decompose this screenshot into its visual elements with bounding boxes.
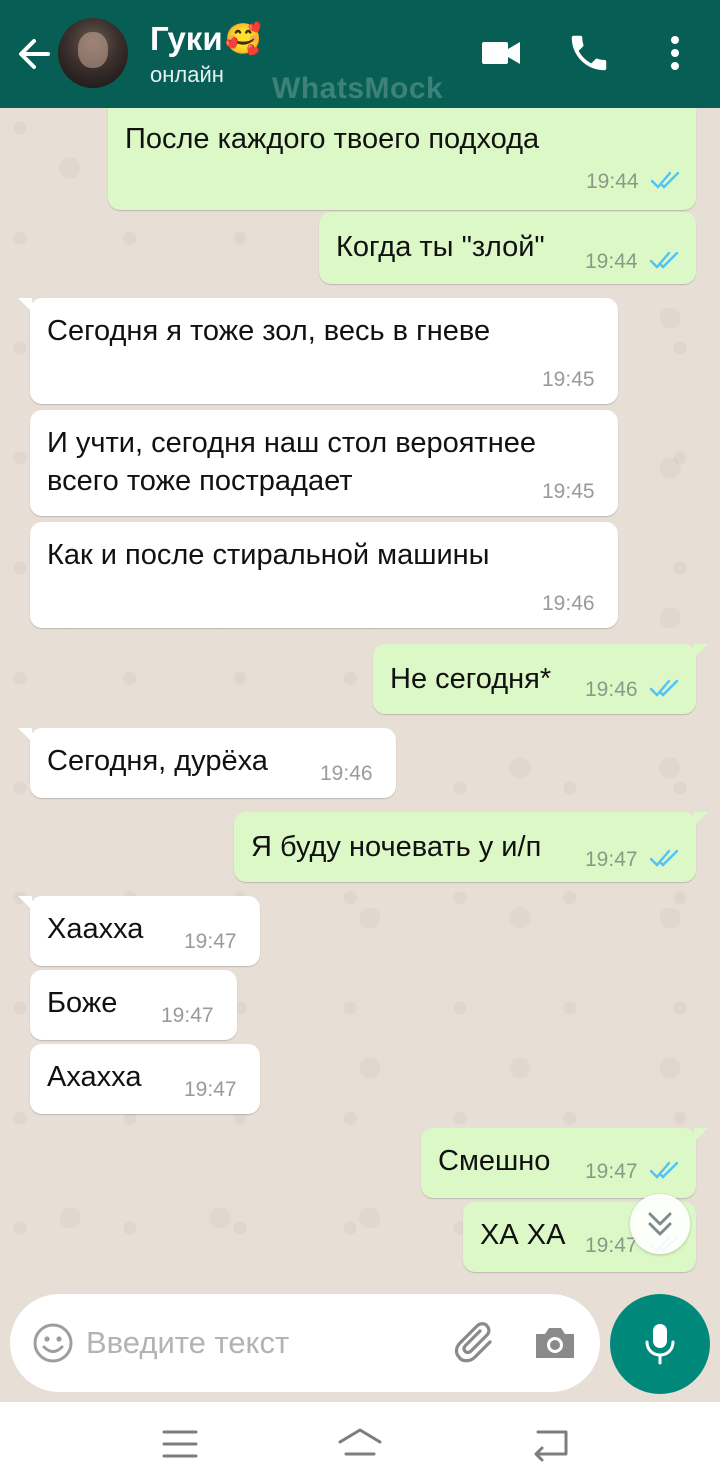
voice-message-button[interactable] <box>610 1294 710 1394</box>
contact-status: онлайн <box>150 62 224 87</box>
contact-name-emoji: 🥰 <box>224 22 262 56</box>
back-arrow-icon <box>534 1430 568 1462</box>
message-text: Сегодня, дурёха <box>47 745 268 777</box>
attach-button[interactable] <box>454 1320 500 1366</box>
microphone-icon <box>645 1324 675 1365</box>
message-outgoing[interactable]: Смешно 19:47 <box>421 1128 708 1198</box>
double-check-icon <box>649 251 679 269</box>
message-text: Хаахха <box>47 913 144 945</box>
more-options-button[interactable] <box>660 30 690 76</box>
smiley-icon <box>33 1323 73 1363</box>
double-check-icon <box>649 849 679 867</box>
message-outgoing[interactable]: Я буду ночевать у и/п 19:47 <box>234 812 708 882</box>
system-back-button[interactable] <box>526 1424 574 1464</box>
video-camera-icon <box>482 42 520 64</box>
message-outgoing[interactable]: Не сегодня* 19:46 <box>373 644 708 714</box>
message-text: Ахахха <box>47 1061 142 1093</box>
more-vert-icon <box>671 36 679 70</box>
message-input[interactable] <box>86 1320 426 1366</box>
recent-apps-button[interactable] <box>156 1424 204 1464</box>
message-time: 19:47 <box>161 1004 214 1027</box>
contact-name[interactable]: Гуки 🥰 <box>150 20 262 58</box>
message-time: 19:46 <box>320 762 373 785</box>
home-icon <box>338 1428 382 1456</box>
message-time: 19:47 <box>184 930 237 953</box>
message-text: Смешно <box>438 1145 551 1177</box>
message-time: 19:45 <box>542 368 595 391</box>
message-incoming[interactable]: Ахахха 19:47 <box>30 1044 260 1114</box>
video-call-button[interactable] <box>478 30 524 76</box>
message-time: 19:47 <box>585 848 638 871</box>
message-incoming[interactable]: Хаахха 19:47 <box>18 896 260 966</box>
double-chevron-down-icon <box>648 1212 672 1236</box>
message-composer <box>10 1294 600 1392</box>
home-button[interactable] <box>336 1424 384 1464</box>
message-text: После каждого твоего подхода <box>125 123 540 155</box>
message-incoming[interactable]: Сегодня я тоже зол, весь в гневе 19:45 <box>18 298 618 404</box>
message-time: 19:47 <box>585 1160 638 1183</box>
arrow-left-icon <box>19 39 50 69</box>
contact-name-text: Гуки <box>150 20 223 57</box>
message-text: ХА ХА <box>480 1219 566 1251</box>
message-text: Как и после стиральной машины <box>47 539 490 571</box>
message-incoming[interactable]: И учти, сегодня наш стол вероятнее всего… <box>30 410 618 516</box>
message-time: 19:45 <box>542 480 595 503</box>
system-navigation-bar <box>0 1402 720 1484</box>
message-text: Боже <box>47 987 118 1019</box>
message-incoming[interactable]: Боже 19:47 <box>30 970 237 1040</box>
double-check-icon <box>650 171 680 189</box>
message-incoming[interactable]: Как и после стиральной машины 19:46 <box>30 522 618 628</box>
message-list[interactable]: После каждого твоего подхода 19:44 Когда… <box>0 108 720 1288</box>
message-time: 19:46 <box>585 678 638 701</box>
message-outgoing[interactable]: Когда ты "злой" 19:44 <box>319 212 696 284</box>
chat-header: Гуки 🥰 онлайн WhatsMock <box>0 0 720 108</box>
avatar[interactable] <box>58 18 128 88</box>
double-check-icon <box>649 1161 679 1179</box>
paperclip-icon <box>454 1322 492 1363</box>
double-check-icon <box>649 679 679 697</box>
scroll-to-bottom-button[interactable] <box>630 1194 690 1254</box>
voice-call-button[interactable] <box>566 30 612 76</box>
message-text: Не сегодня* <box>390 663 552 695</box>
phone-icon <box>571 35 607 71</box>
camera-icon <box>536 1328 574 1358</box>
message-text: Я буду ночевать у и/п <box>251 831 542 863</box>
emoji-button[interactable] <box>32 1322 74 1364</box>
message-outgoing[interactable]: После каждого твоего подхода 19:44 <box>108 108 696 210</box>
message-incoming[interactable]: Сегодня, дурёха 19:46 <box>18 728 396 798</box>
message-text: Когда ты "злой" <box>336 231 545 263</box>
message-text: И учти, сегодня наш стол вероятнее всего… <box>47 427 536 497</box>
app-watermark: WhatsMock <box>272 72 444 105</box>
message-time: 19:44 <box>585 250 638 273</box>
message-text: Сегодня я тоже зол, весь в гневе <box>47 315 491 347</box>
message-time: 19:46 <box>542 592 595 615</box>
camera-button[interactable] <box>532 1320 578 1366</box>
menu-lines-icon <box>162 1430 198 1458</box>
message-time: 19:44 <box>586 170 639 193</box>
back-button[interactable] <box>14 32 54 76</box>
message-time: 19:47 <box>184 1078 237 1101</box>
